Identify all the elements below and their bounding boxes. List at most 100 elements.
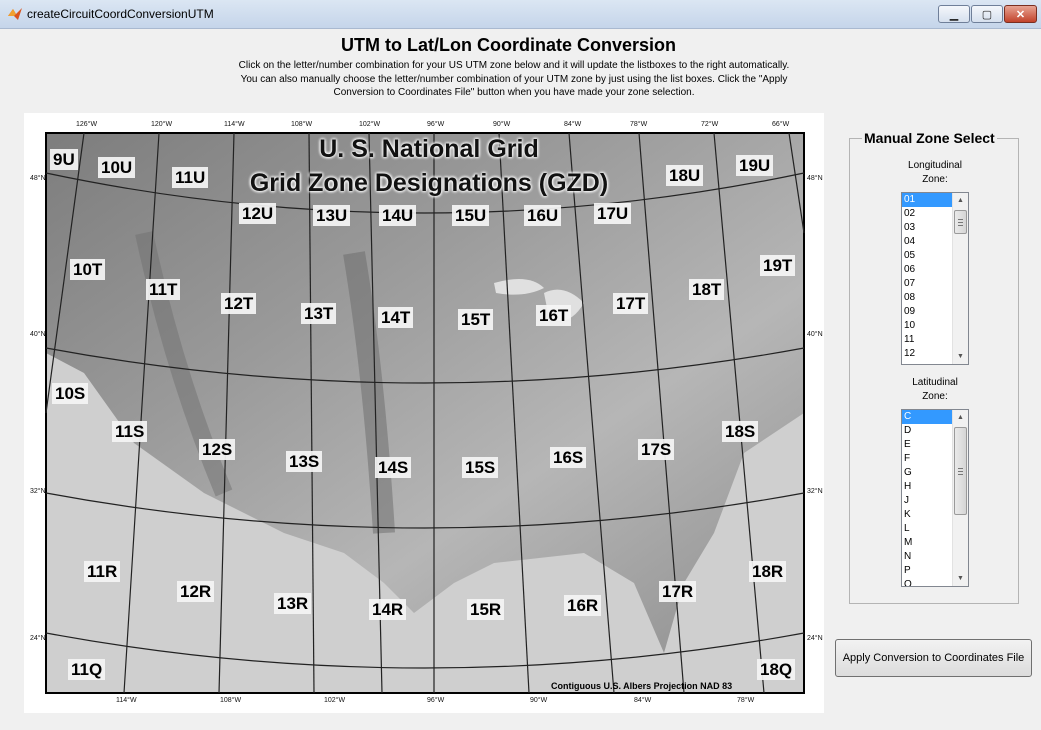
latitudinal-option[interactable]: C (902, 410, 952, 424)
top-tick: 102°W (359, 121, 381, 128)
longitudinal-scrollbar[interactable]: ▲ ▼ (952, 193, 968, 364)
scroll-down-icon[interactable]: ▼ (953, 571, 968, 586)
zone-14r[interactable]: 14R (369, 599, 407, 620)
zone-12u[interactable]: 12U (239, 203, 277, 224)
longitudinal-option[interactable]: 09 (902, 305, 952, 319)
left-tick: 40°N (30, 331, 46, 338)
bottom-tick: 84°W (634, 697, 652, 704)
top-tick: 126°W (76, 121, 98, 128)
zone-13t[interactable]: 13T (301, 303, 337, 324)
latitudinal-option[interactable]: M (902, 536, 952, 550)
zone-14u[interactable]: 14U (379, 205, 417, 226)
right-tick: 32°N (807, 488, 823, 495)
minimize-button[interactable]: ▁ (938, 5, 970, 23)
zone-16t[interactable]: 16T (536, 305, 572, 326)
longitudinal-option[interactable]: 10 (902, 319, 952, 333)
zone-18q[interactable]: 18Q (757, 659, 796, 680)
close-button[interactable]: ✕ (1004, 5, 1037, 23)
apply-conversion-button[interactable]: Apply Conversion to Coordinates File (835, 639, 1032, 677)
zone-15u[interactable]: 15U (452, 205, 490, 226)
latitudinal-option[interactable]: E (902, 438, 952, 452)
zone-16r[interactable]: 16R (564, 595, 602, 616)
longitudinal-option[interactable]: 02 (902, 207, 952, 221)
close-icon: ✕ (1015, 8, 1026, 21)
zone-14s[interactable]: 14S (375, 457, 412, 478)
zone-18u[interactable]: 18U (666, 165, 704, 186)
zone-11r[interactable]: 11R (84, 561, 121, 582)
zone-17s[interactable]: 17S (638, 439, 675, 460)
zone-12s[interactable]: 12S (199, 439, 236, 460)
longitudinal-option[interactable]: 08 (902, 291, 952, 305)
window-titlebar: createCircuitCoordConversionUTM ▁ ▢ ✕ (0, 0, 1041, 29)
longitudinal-option[interactable]: 03 (902, 221, 952, 235)
longitudinal-option[interactable]: 06 (902, 263, 952, 277)
zone-13u[interactable]: 13U (313, 205, 351, 226)
left-tick: 32°N (30, 488, 46, 495)
latitudinal-zone-listbox[interactable]: CDEFGHJKLMNPQ ▲ ▼ (901, 409, 969, 587)
zone-12t[interactable]: 12T (221, 293, 257, 314)
zone-18t[interactable]: 18T (689, 279, 725, 300)
zone-11q[interactable]: 11Q (68, 659, 106, 680)
zone-10s[interactable]: 10S (52, 383, 89, 404)
zone-17t[interactable]: 17T (613, 293, 649, 314)
longitudinal-option[interactable]: 11 (902, 333, 952, 347)
latitudinal-option[interactable]: L (902, 522, 952, 536)
longitudinal-option[interactable]: 01 (902, 193, 952, 207)
zone-12r[interactable]: 12R (177, 581, 215, 602)
zone-18r[interactable]: 18R (749, 561, 787, 582)
zone-16u[interactable]: 16U (524, 205, 562, 226)
scroll-down-icon[interactable]: ▼ (953, 349, 968, 364)
latitudinal-option[interactable]: G (902, 466, 952, 480)
scroll-thumb[interactable] (954, 427, 967, 515)
zone-11t[interactable]: 11T (146, 279, 181, 300)
latitudinal-option[interactable]: F (902, 452, 952, 466)
zone-18s[interactable]: 18S (722, 421, 759, 442)
maximize-button[interactable]: ▢ (971, 5, 1003, 23)
longitudinal-zone-listbox[interactable]: 01 02 03 04 05 06 07 08 09 10 11 12 ▲ ▼ (901, 192, 969, 365)
longitudinal-option[interactable]: 05 (902, 249, 952, 263)
zone-17u[interactable]: 17U (594, 203, 632, 224)
zone-14t[interactable]: 14T (378, 307, 414, 328)
longitudinal-option[interactable]: 07 (902, 277, 952, 291)
top-tick: 66°W (772, 121, 790, 128)
zone-15s[interactable]: 15S (462, 457, 499, 478)
zone-10u[interactable]: 10U (98, 157, 136, 178)
bottom-tick: 108°W (220, 697, 242, 704)
bottom-tick: 96°W (427, 697, 445, 704)
zone-10t[interactable]: 10T (70, 259, 106, 280)
zone-13r[interactable]: 13R (274, 593, 312, 614)
zone-15r[interactable]: 15R (467, 599, 505, 620)
latitudinal-option[interactable]: H (902, 480, 952, 494)
scroll-thumb[interactable] (954, 210, 967, 234)
scroll-up-icon[interactable]: ▲ (953, 193, 968, 208)
zone-13s[interactable]: 13S (286, 451, 323, 472)
zone-11u[interactable]: 11U (172, 167, 209, 188)
latitudinal-zone-label: Latitudinal (912, 377, 958, 388)
latitudinal-option[interactable]: N (902, 550, 952, 564)
latitudinal-option[interactable]: P (902, 564, 952, 578)
longitudinal-option[interactable]: 12 (902, 347, 952, 361)
top-tick: 108°W (291, 121, 313, 128)
manual-zone-select-panel: Manual Zone Select Longitudinal Zone: 01… (849, 130, 1019, 604)
latitudinal-option[interactable]: D (902, 424, 952, 438)
zone-16s[interactable]: 16S (550, 447, 587, 468)
bottom-tick: 114°W (116, 697, 137, 704)
scroll-up-icon[interactable]: ▲ (953, 410, 968, 425)
zone-17r[interactable]: 17R (659, 581, 697, 602)
map-projection-caption: Contiguous U.S. Albers Projection NAD 83 (551, 681, 733, 691)
top-tick: 114°W (224, 121, 245, 128)
latitudinal-option[interactable]: Q (902, 578, 952, 586)
latitudinal-scrollbar[interactable]: ▲ ▼ (952, 410, 968, 586)
top-tick: 84°W (564, 121, 582, 128)
zone-9u[interactable]: 9U (50, 149, 78, 170)
zone-11s[interactable]: 11S (112, 421, 148, 442)
latitudinal-option[interactable]: J (902, 494, 952, 508)
zone-19t[interactable]: 19T (760, 255, 796, 276)
longitudinal-option[interactable]: 04 (902, 235, 952, 249)
longitudinal-zone-label-2: Zone: (922, 174, 948, 185)
top-tick: 72°W (701, 121, 719, 128)
latitudinal-option[interactable]: K (902, 508, 952, 522)
longitudinal-zone-label: Longitudinal (908, 160, 962, 171)
zone-19u[interactable]: 19U (736, 155, 774, 176)
zone-15t[interactable]: 15T (458, 309, 494, 330)
